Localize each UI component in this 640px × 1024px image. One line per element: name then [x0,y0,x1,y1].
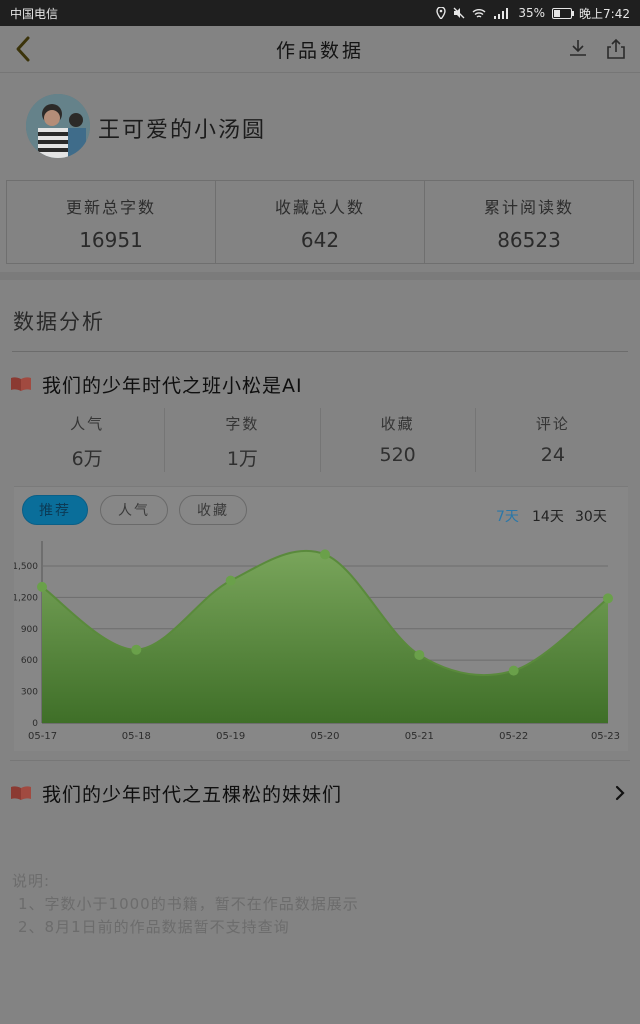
book-title: 我们的少年时代之五棵松的妹妹们 [42,783,343,806]
mute-icon [453,7,465,19]
download-icon[interactable] [568,38,588,58]
avatar[interactable] [26,94,90,158]
stat-label: 收藏总人数 [274,198,365,217]
back-arrow-icon[interactable] [10,34,38,64]
section-separator [0,272,640,280]
battery-percent: 35% [518,6,546,20]
avatar-image [26,94,90,158]
book-title: 我们的少年时代之班小松是AI [42,374,303,397]
page-title: 作品数据 [275,39,364,62]
y-tick-label: 600 [21,656,38,666]
notes-line: 2、8月1日前的作品数据暂不支持查询 [18,918,290,936]
notes-heading: 说明: [12,872,51,890]
notes-line: 1、字数小于1000的书籍，暂不在作品数据展示 [18,895,359,913]
metric-label: 收藏 [380,415,415,433]
stat-value: 16951 [79,228,143,252]
trend-chart: 0 300 600 900 1,200 1,500 05-17 05-18 05-19 05-2… [14,541,620,742]
book-metrics: 人气 6万 字数 1万 收藏 520 评论 24 [10,408,630,472]
book-row-1[interactable]: 我们的少年时代之班小松是AI [10,369,630,399]
tab-popularity[interactable]: 人气 [100,495,168,525]
y-tick-label: 1,200 [14,593,38,603]
stat-total-favorites: 收藏总人数 642 [216,181,425,263]
x-tick-label: 05-23 [591,731,620,742]
x-tick-label: 05-19 [216,731,245,742]
analysis-heading: 数据分析 [13,310,105,334]
book-icon [11,786,31,800]
tab-favorites[interactable]: 收藏 [179,495,247,525]
data-point [320,549,330,560]
x-tick-label: 05-20 [310,731,339,742]
chart-card: 推荐 人气 收藏 7天 14天 30天 0 300 600 900 1,200 1,500… [14,486,628,751]
stat-label: 累计阅读数 [483,198,574,217]
divider [12,351,628,352]
status-bar: 中国电信 35% 晚上7:42 [0,0,640,26]
y-tick-label: 900 [21,625,38,635]
x-tick-label: 05-22 [499,731,528,742]
stat-value: 642 [300,228,340,252]
data-point [508,665,519,676]
metric-value: 520 [379,444,416,466]
book-icon [11,377,31,391]
data-point [37,581,47,592]
metric-value: 24 [540,444,565,466]
stat-label: 更新总字数 [65,198,156,217]
x-tick-label: 05-18 [122,731,151,742]
clock: 晚上7:42 [579,6,630,21]
y-tick-label: 0 [32,719,38,729]
divider [10,760,630,761]
stat-total-reads: 累计阅读数 86523 [425,181,633,263]
nav-actions [568,38,626,60]
tab-recommend[interactable]: 推荐 [22,495,88,525]
status-icons: 35% 晚上7:42 [436,5,630,22]
chevron-right-icon[interactable] [614,784,626,802]
summary-stats: 更新总字数 16951 收藏总人数 642 累计阅读数 86523 [6,180,634,264]
range-7-days[interactable]: 7天 [496,506,519,526]
location-icon [436,7,447,19]
metric-label: 评论 [535,415,570,433]
data-point [414,649,425,660]
book-row-2[interactable]: 我们的少年时代之五棵松的妹妹们 [10,778,630,808]
data-point [225,575,236,586]
y-tick-label: 300 [21,688,38,698]
author-profile: 王可爱的小汤圆 [0,80,640,172]
metric-popularity: 人气 6万 [10,408,166,472]
x-tick-label: 05-17 [28,731,57,742]
series-area [42,550,608,723]
metric-favorites: 收藏 520 [321,408,476,472]
data-point [131,644,142,655]
nav-bar: 作品数据 [0,26,640,73]
y-tick-label: 1,500 [14,562,38,572]
data-point [603,593,613,604]
range-14-days[interactable]: 14天 [532,506,564,526]
signal-icon [494,7,509,19]
share-icon[interactable] [606,38,626,60]
stat-value: 86523 [497,228,561,252]
wifi-icon [472,8,486,18]
battery-icon [552,7,575,19]
metric-value: 6万 [71,448,103,470]
range-30-days[interactable]: 30天 [575,506,607,526]
carrier-label: 中国电信 [10,6,59,21]
metric-words: 字数 1万 [165,408,321,472]
stat-total-words: 更新总字数 16951 [7,181,216,263]
metric-label: 字数 [225,415,260,433]
author-name: 王可爱的小汤圆 [98,118,267,143]
metric-value: 1万 [226,448,258,470]
notes: 说明: 1、字数小于1000的书籍，暂不在作品数据展示 2、8月1日前的作品数据… [12,870,359,939]
metric-comments: 评论 24 [476,408,630,472]
x-tick-label: 05-21 [405,731,434,742]
metric-label: 人气 [70,415,105,433]
